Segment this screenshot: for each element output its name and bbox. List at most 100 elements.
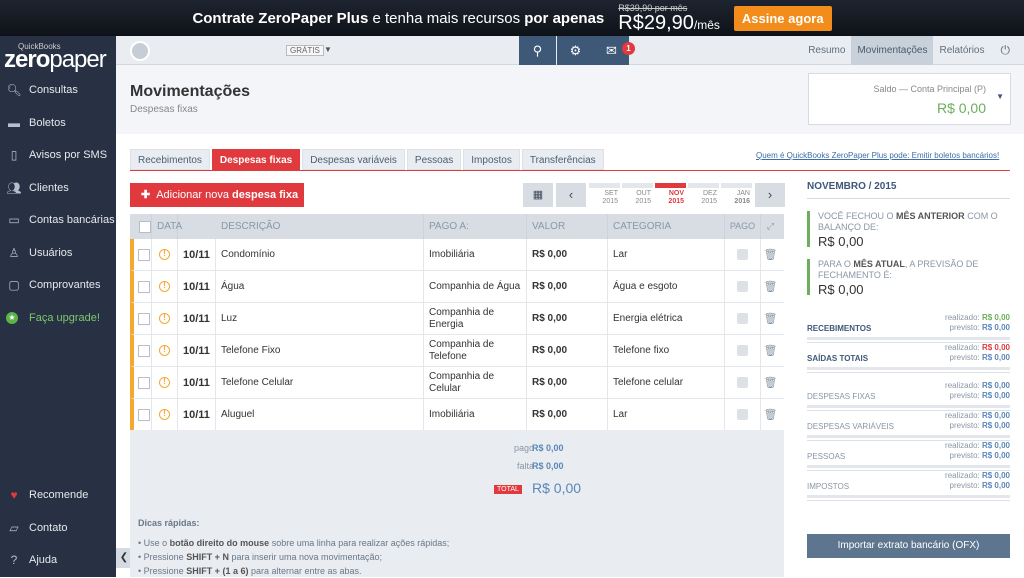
power-icon[interactable]: ⏻ <box>991 43 1024 58</box>
row-description[interactable]: Luz <box>216 303 424 335</box>
month-nov-2015[interactable]: NOV2015 <box>655 183 686 207</box>
row-payee[interactable]: Companhia de Celular <box>424 367 527 399</box>
row-payee[interactable]: Imobiliária <box>424 239 527 271</box>
col-pago-a[interactable]: PAGO A: <box>424 214 527 239</box>
account-balance-selector[interactable]: Saldo — Conta Principal (P) R$ 0,00 ▼ <box>808 73 1011 125</box>
table-header: DATA DESCRIÇÃO PAGO A: VALOR CATEGORIA P… <box>130 214 784 239</box>
nav-relatorios[interactable]: Relatórios <box>933 36 990 65</box>
col-descricao[interactable]: DESCRIÇÃO <box>216 214 424 239</box>
trash-icon[interactable]: 🗑︎ <box>764 281 778 293</box>
col-pago[interactable]: PAGO <box>725 214 761 239</box>
row-category[interactable]: Lar <box>608 399 725 431</box>
row-checkbox[interactable] <box>138 249 150 261</box>
row-value[interactable]: R$ 0,00 <box>527 399 608 431</box>
paid-checkbox[interactable] <box>737 345 748 356</box>
logo-zeropaper: zeropaper <box>4 51 116 69</box>
month-dez-2015[interactable]: DEZ2015 <box>688 183 719 207</box>
trash-icon[interactable]: 🗑︎ <box>764 345 778 357</box>
sidebar-item-boletos[interactable]: ▬Boletos <box>0 107 116 140</box>
plan-badge[interactable]: GRÁTIS <box>286 45 324 56</box>
table-row[interactable]: !10/11AluguelImobiliáriaR$ 0,00Lar🗑︎ <box>130 399 784 431</box>
col-valor[interactable]: VALOR <box>527 214 608 239</box>
chevron-down-icon[interactable]: ▼ <box>324 45 332 54</box>
sidebar-item-clientes[interactable]: 👥︎Clientes <box>0 172 116 205</box>
sidebar-item-upgrade[interactable]: ★Faça upgrade! <box>0 302 116 335</box>
paid-checkbox[interactable] <box>737 409 748 420</box>
row-checkbox[interactable] <box>138 281 150 293</box>
row-description[interactable]: Telefone Fixo <box>216 335 424 367</box>
row-description[interactable]: Aluguel <box>216 399 424 431</box>
month-set-2015[interactable]: SET2015 <box>589 183 620 207</box>
paid-checkbox[interactable] <box>737 377 748 388</box>
row-description[interactable]: Água <box>216 271 424 303</box>
table-row[interactable]: !10/11LuzCompanhia de EnergiaR$ 0,00Ener… <box>130 303 784 335</box>
row-category[interactable]: Telefone fixo <box>608 335 725 367</box>
nav-movimentacoes[interactable]: Movimentações <box>851 36 933 65</box>
tab-pessoas[interactable]: Pessoas <box>407 149 461 170</box>
calendar-button[interactable]: ▦ <box>523 183 553 207</box>
row-value[interactable]: R$ 0,00 <box>527 239 608 271</box>
sidebar-item-contato[interactable]: ▱Contato <box>0 512 116 545</box>
row-payee[interactable]: Companhia de Energia <box>424 303 527 335</box>
sidebar-item-comprovantes[interactable]: ▢Comprovantes <box>0 269 116 302</box>
import-ofx-button[interactable]: Importar extrato bancário (OFX) <box>807 534 1010 558</box>
col-categoria[interactable]: CATEGORIA <box>608 214 725 239</box>
row-category[interactable]: Telefone celular <box>608 367 725 399</box>
trash-icon[interactable]: 🗑︎ <box>764 313 778 325</box>
prev-month-button[interactable]: ‹ <box>556 183 586 207</box>
row-checkbox[interactable] <box>138 409 150 421</box>
next-month-button[interactable]: › <box>755 183 785 207</box>
row-payee[interactable]: Imobiliária <box>424 399 527 431</box>
row-payee[interactable]: Companhia de Água <box>424 271 527 303</box>
stat-name: DESPESAS VARIÁVEIS <box>807 422 894 431</box>
month-jan-2016[interactable]: JAN2016 <box>721 183 752 207</box>
month-out-2015[interactable]: OUT2015 <box>622 183 653 207</box>
logo[interactable]: QuickBooks zeropaper <box>0 36 116 74</box>
sidebar-item-recomende[interactable]: ♥Recomende <box>0 479 116 512</box>
row-checkbox[interactable] <box>138 377 150 389</box>
table-row[interactable]: !10/11CondomínioImobiliáriaR$ 0,00Lar🗑︎ <box>130 239 784 271</box>
row-category[interactable]: Energia elétrica <box>608 303 725 335</box>
paid-checkbox[interactable] <box>737 281 748 292</box>
row-category[interactable]: Lar <box>608 239 725 271</box>
table-row[interactable]: !10/11Telefone FixoCompanhia de Telefone… <box>130 335 784 367</box>
table-row[interactable]: !10/11ÁguaCompanhia de ÁguaR$ 0,00Água e… <box>130 271 784 303</box>
trash-icon[interactable]: 🗑︎ <box>764 409 778 421</box>
col-data[interactable]: DATA <box>152 221 216 233</box>
search-button[interactable]: ⚲ <box>519 36 556 65</box>
row-checkbox[interactable] <box>138 313 150 325</box>
sidebar-item-avisos-sms[interactable]: ▯Avisos por SMS <box>0 139 116 172</box>
company-avatar[interactable] <box>130 41 150 61</box>
nav-resumo[interactable]: Resumo <box>802 36 851 65</box>
row-description[interactable]: Condomínio <box>216 239 424 271</box>
add-fixed-expense-button[interactable]: ✚Adicionar nova despesa fixa <box>130 183 304 207</box>
promo-link[interactable]: Quem é QuickBooks ZeroPaper Plus pode: E… <box>756 151 999 160</box>
tab-recebimentos[interactable]: Recebimentos <box>130 149 210 170</box>
sidebar-item-usuarios[interactable]: ♙Usuários <box>0 237 116 270</box>
row-description[interactable]: Telefone Celular <box>216 367 424 399</box>
row-value[interactable]: R$ 0,00 <box>527 271 608 303</box>
row-category[interactable]: Água e esgoto <box>608 271 725 303</box>
expand-icon[interactable]: ⤢ <box>761 221 780 232</box>
settings-button[interactable]: ⚙ <box>557 36 594 65</box>
tab-despesas-fixas[interactable]: Despesas fixas <box>212 149 300 170</box>
trash-icon[interactable]: 🗑︎ <box>764 249 778 261</box>
row-value[interactable]: R$ 0,00 <box>527 367 608 399</box>
row-checkbox[interactable] <box>138 345 150 357</box>
tab-impostos[interactable]: Impostos <box>463 149 520 170</box>
paid-checkbox[interactable] <box>737 313 748 324</box>
tab-transferencias[interactable]: Transferências <box>522 149 604 170</box>
sidebar-item-ajuda[interactable]: ?Ajuda <box>0 544 116 577</box>
row-value[interactable]: R$ 0,00 <box>527 335 608 367</box>
trash-icon[interactable]: 🗑︎ <box>764 377 778 389</box>
select-all-checkbox[interactable] <box>139 221 151 233</box>
table-row[interactable]: !10/11Telefone CelularCompanhia de Celul… <box>130 367 784 399</box>
row-value[interactable]: R$ 0,00 <box>527 303 608 335</box>
subscribe-button[interactable]: Assine agora <box>734 6 832 31</box>
tab-despesas-variaveis[interactable]: Despesas variáveis <box>302 149 405 170</box>
row-payee[interactable]: Companhia de Telefone <box>424 335 527 367</box>
paid-checkbox[interactable] <box>737 249 748 260</box>
stat-6: IMPOSTOSrealizado: R$ 0,00previsto: R$ 0… <box>807 471 1010 501</box>
sidebar-item-consultas[interactable]: 🔍︎Consultas <box>0 74 116 107</box>
sidebar-item-contas-bancarias[interactable]: ▭Contas bancárias <box>0 204 116 237</box>
